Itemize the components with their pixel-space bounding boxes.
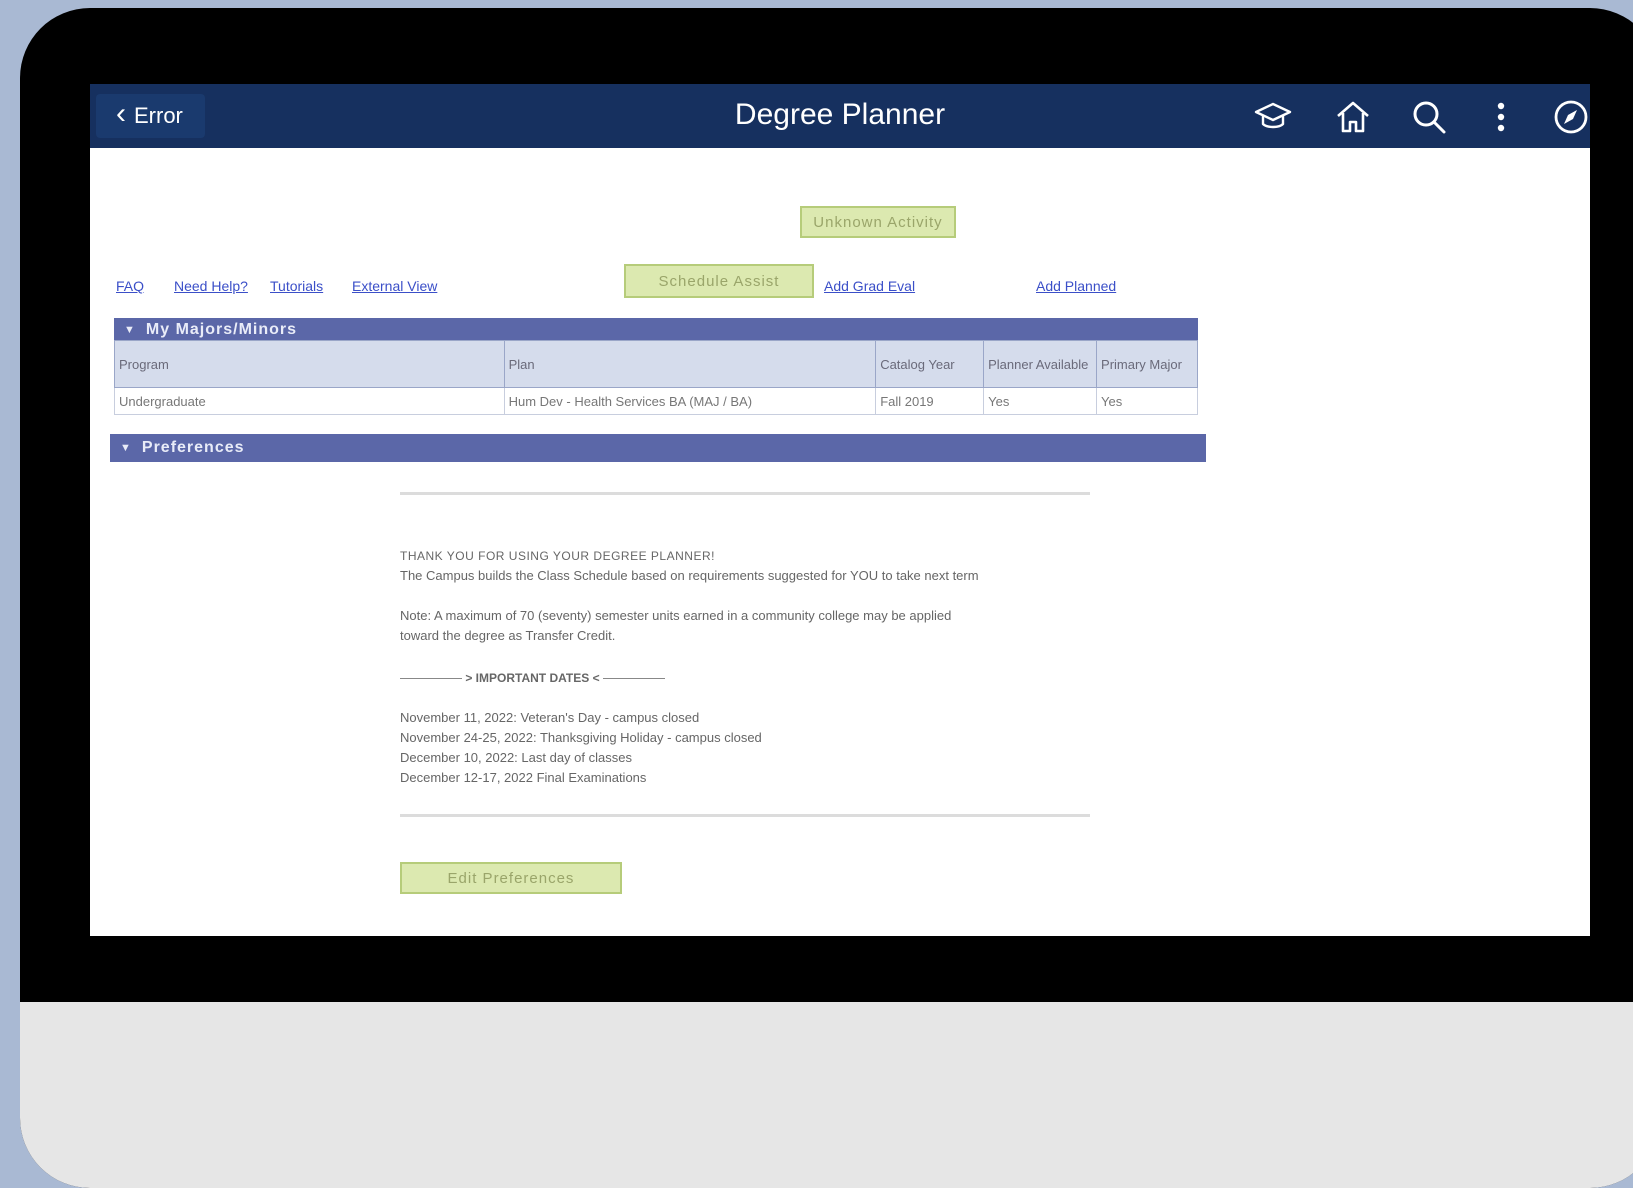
main-content: Unknown Activity FAQ Need Help? Tutorial… — [90, 148, 1590, 936]
faq-link[interactable]: FAQ — [116, 278, 144, 294]
table-header-row: Program Plan Catalog Year Planner Availa… — [114, 340, 1198, 388]
compass-icon[interactable] — [1548, 94, 1590, 140]
edit-preferences-button[interactable]: Edit Preferences — [400, 862, 622, 894]
important-dates-heading: > IMPORTANT DATES < — [400, 668, 665, 688]
date-item: November 24-25, 2022: Thanksgiving Holid… — [400, 730, 762, 745]
monitor-chin — [20, 1002, 1633, 1188]
thanks-text: The Campus builds the Class Schedule bas… — [400, 568, 979, 583]
graduation-cap-icon[interactable] — [1250, 94, 1296, 140]
divider — [400, 678, 462, 680]
add-planned-link[interactable]: Add Planned — [1036, 278, 1116, 294]
majors-section-header[interactable]: ▼ My Majors/Minors — [114, 318, 1198, 342]
divider — [400, 492, 1090, 495]
collapse-triangle-icon: ▼ — [120, 442, 132, 454]
tutorials-link[interactable]: Tutorials — [270, 278, 323, 294]
preferences-section-title: Preferences — [141, 439, 245, 456]
date-item: November 11, 2022: Veteran's Day - campu… — [400, 710, 700, 725]
preferences-panel: THANK YOU FOR USING YOUR DEGREE PLANNER!… — [400, 474, 1210, 936]
need-help-link[interactable]: Need Help? — [174, 278, 248, 294]
screen: ‹ Error Degree Planner Unknown Activity … — [90, 84, 1590, 936]
col-program: Program — [114, 340, 505, 388]
schedule-assist-button[interactable]: Schedule Assist — [624, 264, 814, 298]
cell-catalog-year: Fall 2019 — [875, 387, 985, 415]
unknown-activity-button[interactable]: Unknown Activity — [800, 206, 956, 238]
table-row: Undergraduate Hum Dev - Health Services … — [114, 387, 1198, 415]
cell-primary-major: Yes — [1096, 387, 1198, 415]
preferences-section-header[interactable]: ▼ Preferences — [110, 434, 1206, 462]
monitor-frame: ‹ Error Degree Planner Unknown Activity … — [20, 8, 1633, 1188]
date-item: December 12-17, 2022 Final Examinations — [400, 770, 647, 785]
col-catalog-year: Catalog Year — [875, 340, 985, 388]
date-item: December 10, 2022: Last day of classes — [400, 750, 632, 765]
important-dates-label: > IMPORTANT DATES < — [465, 671, 600, 685]
col-primary-major: Primary Major — [1096, 340, 1198, 388]
majors-table: Program Plan Catalog Year Planner Availa… — [114, 340, 1198, 415]
thanks-heading: THANK YOU FOR USING YOUR DEGREE PLANNER! — [400, 549, 715, 563]
external-view-link[interactable]: External View — [352, 278, 437, 294]
top-bar: ‹ Error Degree Planner — [90, 84, 1590, 148]
majors-section-title: My Majors/Minors — [145, 321, 298, 338]
add-grad-eval-link[interactable]: Add Grad Eval — [824, 278, 915, 294]
cell-program: Undergraduate — [114, 387, 505, 415]
divider — [602, 678, 665, 680]
col-planner-available: Planner Available — [983, 340, 1098, 388]
cell-planner-available: Yes — [983, 387, 1098, 415]
home-icon[interactable] — [1330, 94, 1376, 140]
divider — [400, 814, 1090, 817]
collapse-triangle-icon: ▼ — [124, 324, 136, 336]
cell-plan: Hum Dev - Health Services BA (MAJ / BA) — [503, 387, 877, 415]
note-line-1: Note: A maximum of 70 (seventy) semester… — [400, 608, 952, 623]
col-plan: Plan — [503, 340, 877, 388]
search-icon[interactable] — [1406, 94, 1452, 140]
note-line-2: toward the degree as Transfer Credit. — [400, 628, 616, 643]
more-vertical-icon[interactable] — [1478, 94, 1524, 140]
